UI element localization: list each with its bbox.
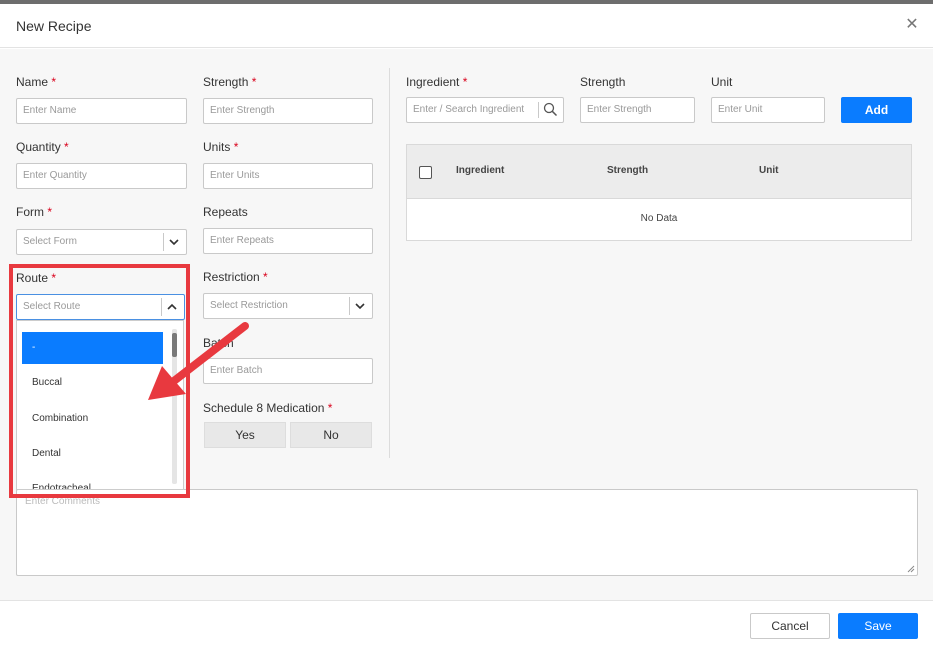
required-mark: * — [327, 401, 333, 415]
required-mark: * — [47, 205, 53, 219]
close-icon[interactable]: ✕ — [903, 16, 921, 34]
select-divider — [349, 297, 350, 315]
ingredient-label: Ingredient * — [406, 75, 467, 89]
select-all-checkbox[interactable] — [419, 166, 432, 179]
units-label: Units * — [203, 140, 238, 154]
column-header-ingredient: Ingredient — [456, 165, 505, 176]
quantity-label: Quantity * — [16, 140, 69, 154]
units-label-text: Units — [203, 140, 231, 154]
required-mark: * — [233, 140, 239, 154]
name-label-text: Name — [16, 75, 49, 89]
schedule8-yes-button[interactable]: Yes — [204, 422, 286, 448]
table-empty-message: No Data — [640, 213, 678, 224]
resize-grip-icon[interactable] — [907, 565, 915, 573]
form-label: Form * — [16, 205, 52, 219]
required-mark: * — [64, 140, 69, 154]
form-label-text: Form — [16, 205, 44, 219]
search-icon[interactable] — [543, 102, 558, 117]
save-button[interactable]: Save — [838, 613, 918, 639]
ingredient-unit-input[interactable]: Enter Unit — [711, 97, 825, 123]
required-mark: * — [462, 75, 468, 89]
comments-textarea[interactable]: Enter Comments — [16, 489, 918, 576]
quantity-label-text: Quantity — [16, 140, 61, 154]
dialog-footer: Cancel Save — [0, 600, 933, 646]
annotation-arrow-icon — [148, 322, 249, 400]
name-input[interactable]: Enter Name — [16, 98, 187, 124]
search-divider — [538, 102, 539, 118]
repeats-label: Repeats — [203, 205, 248, 219]
chevron-down-icon[interactable] — [168, 235, 180, 249]
column-header-strength: Strength — [607, 165, 649, 176]
select-divider — [163, 233, 164, 251]
form-select[interactable]: Select Form — [16, 229, 187, 255]
strength-label: Strength * — [203, 75, 256, 89]
restriction-label: Restriction * — [203, 270, 268, 284]
quantity-input[interactable]: Enter Quantity — [16, 163, 187, 189]
ingredient-search-input[interactable]: Enter / Search Ingredient — [406, 97, 564, 123]
add-ingredient-button[interactable]: Add — [841, 97, 912, 123]
cancel-button[interactable]: Cancel — [750, 613, 830, 639]
ingredient-strength-label: Strength — [580, 75, 626, 89]
form-select-placeholder: Select Form — [23, 236, 77, 247]
ingredient-label-text: Ingredient — [406, 75, 460, 89]
name-label: Name * — [16, 75, 56, 89]
required-mark: * — [251, 75, 257, 89]
ingredient-strength-input[interactable]: Enter Strength — [580, 97, 695, 123]
required-mark: * — [263, 270, 268, 284]
repeats-input[interactable]: Enter Repeats — [203, 228, 373, 254]
ingredient-search-placeholder: Enter / Search Ingredient — [413, 104, 525, 115]
column-divider — [389, 68, 390, 458]
chevron-down-icon[interactable] — [354, 299, 366, 313]
strength-label-text: Strength — [203, 75, 249, 89]
ingredients-table: Ingredient Strength Unit No Data — [406, 144, 912, 241]
schedule8-no-button[interactable]: No — [290, 422, 372, 448]
dialog-title: New Recipe — [16, 18, 92, 34]
restriction-select-placeholder: Select Restriction — [210, 300, 288, 311]
restriction-label-text: Restriction — [203, 270, 260, 284]
table-header: Ingredient Strength Unit — [407, 145, 911, 199]
units-input[interactable]: Enter Units — [203, 163, 373, 189]
required-mark: * — [51, 75, 57, 89]
ingredient-unit-label: Unit — [711, 75, 733, 89]
dialog-header: New Recipe ✕ — [0, 4, 933, 48]
strength-input[interactable]: Enter Strength — [203, 98, 373, 124]
restriction-select[interactable]: Select Restriction — [203, 293, 373, 319]
column-header-unit: Unit — [759, 165, 779, 176]
